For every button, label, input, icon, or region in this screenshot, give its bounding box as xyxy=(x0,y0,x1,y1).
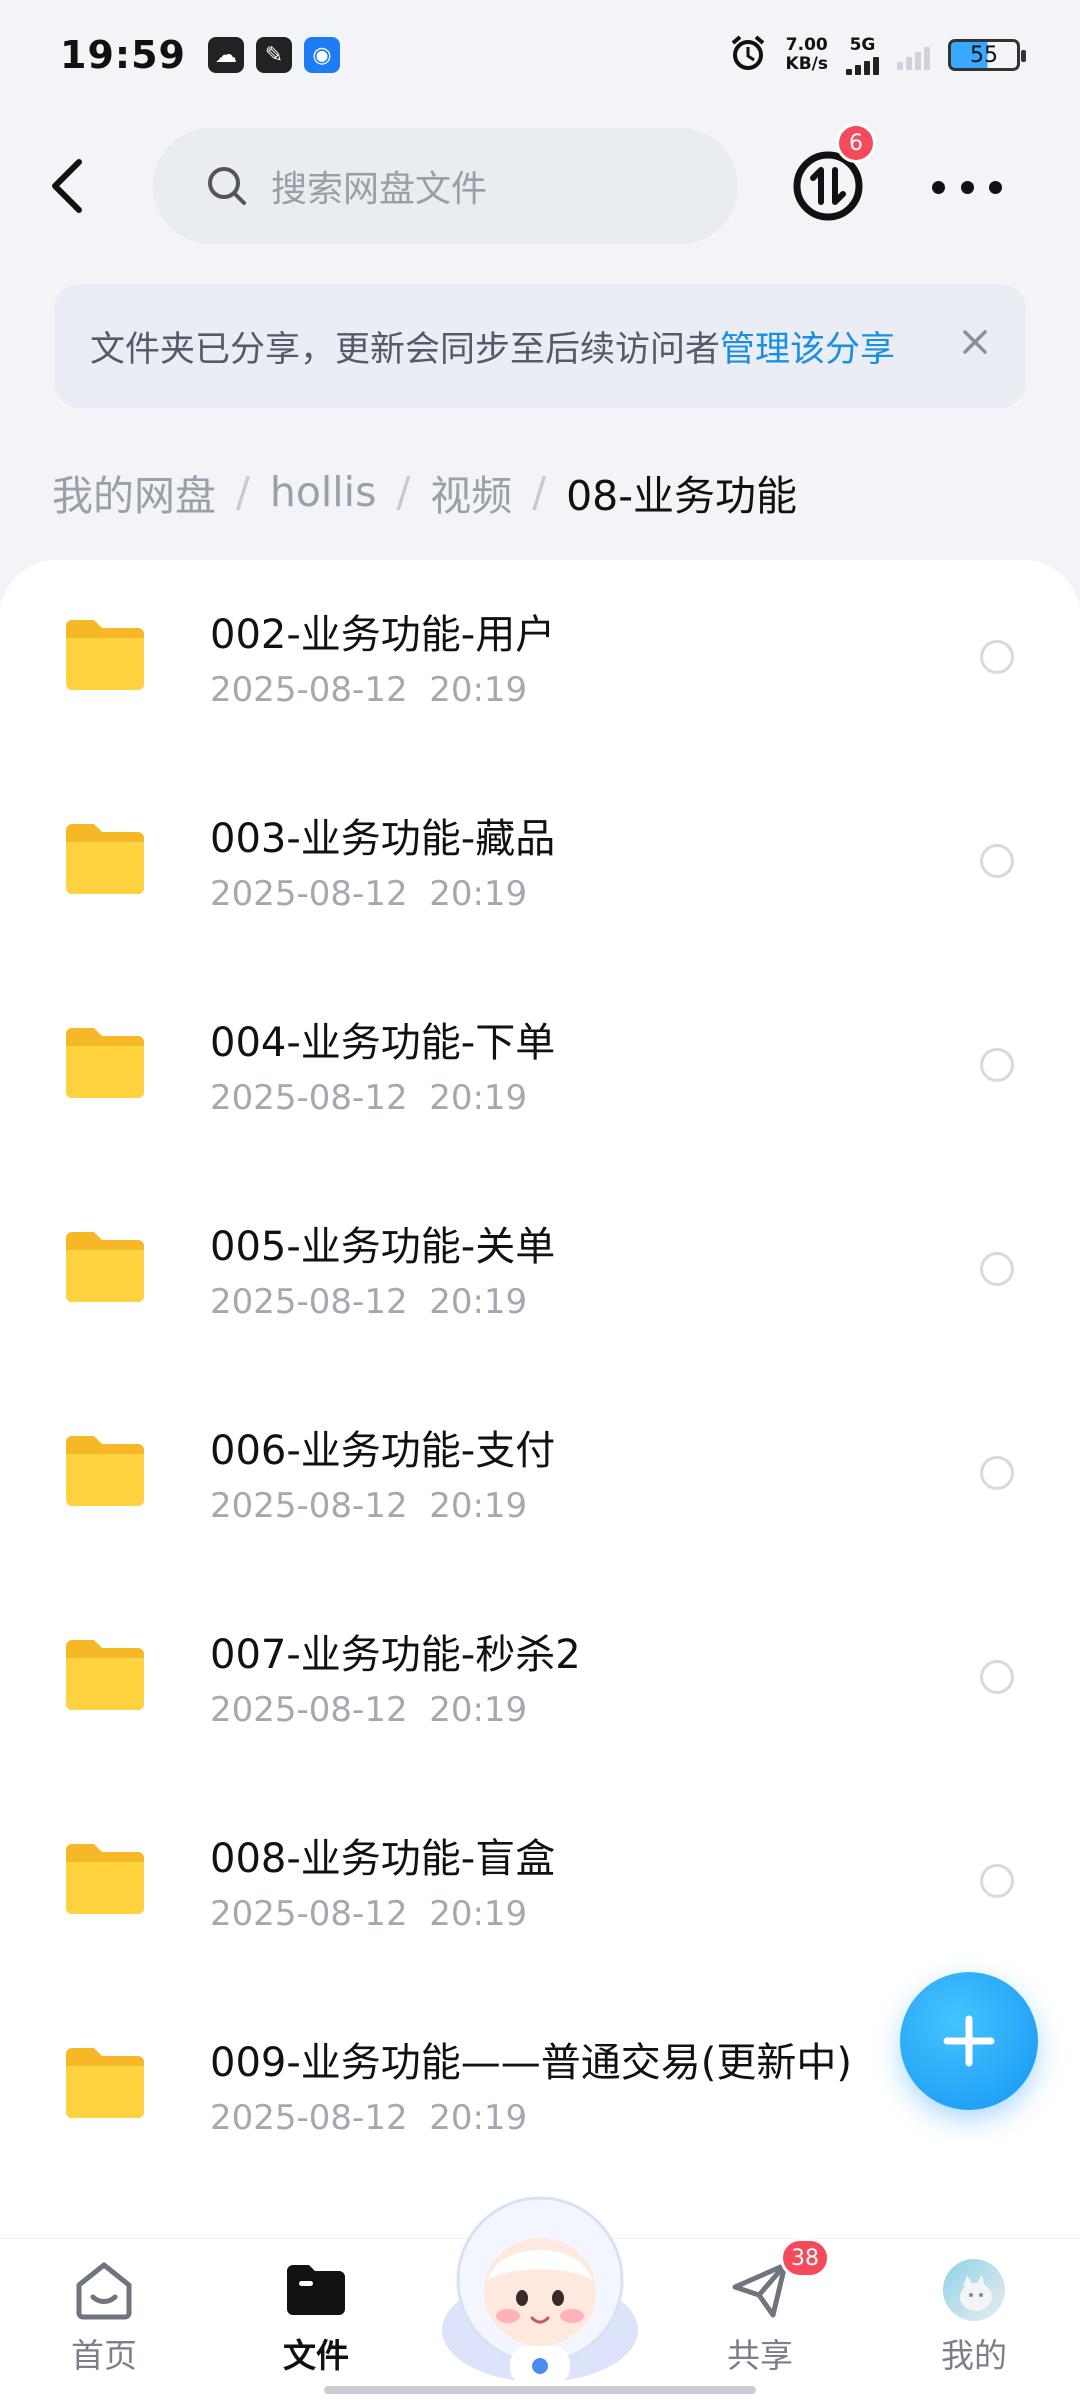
share-notice-message: 文件夹已分享，更新会同步至后续访问者 xyxy=(90,329,721,370)
breadcrumb-separator: / xyxy=(236,468,250,516)
hotspot-icon: ◉ xyxy=(303,37,340,73)
file-row[interactable]: 002-业务功能-用户 2025-08-12 20:19 xyxy=(0,560,1080,764)
close-icon xyxy=(963,330,987,354)
folder-icon xyxy=(66,1844,144,1914)
file-date: 2025-08-12 20:19 xyxy=(210,670,528,710)
close-notice-button[interactable] xyxy=(960,326,990,366)
folder-icon xyxy=(66,1436,144,1506)
file-date: 2025-08-12 20:19 xyxy=(210,1282,528,1322)
battery-icon: 55 xyxy=(948,39,1026,71)
file-name: 006-业务功能-支付 xyxy=(210,1428,556,1474)
select-checkbox[interactable] xyxy=(980,844,1014,878)
cellular-signal: 5G xyxy=(846,35,879,75)
folder-icon xyxy=(66,1028,144,1098)
file-date: 2025-08-12 20:19 xyxy=(210,874,528,914)
nav-label-mine: 我的 xyxy=(941,2336,1007,2375)
chevron-left-icon xyxy=(52,159,82,213)
share-notice: 文件夹已分享，更新会同步至后续访问者 管理该分享 xyxy=(54,284,1026,408)
folder-icon xyxy=(66,1640,144,1710)
file-name: 005-业务功能-关单 xyxy=(210,1224,556,1270)
file-date: 2025-08-12 20:19 xyxy=(210,1894,528,1934)
breadcrumb-separator: / xyxy=(532,468,547,516)
file-list: 002-业务功能-用户 2025-08-12 20:19 003-业务功能-藏品… xyxy=(0,560,1080,2240)
notification-icons: ☁ ✎ ◉ xyxy=(207,37,340,73)
breadcrumb-item-video[interactable]: 视频 xyxy=(430,462,512,522)
breadcrumb-separator: / xyxy=(396,468,411,516)
file-name: 008-业务功能-盲盒 xyxy=(210,1836,556,1882)
file-row[interactable]: 006-业务功能-支付 2025-08-12 20:19 xyxy=(0,1376,1080,1580)
folder-icon xyxy=(66,824,144,894)
file-name: 009-业务功能——普通交易(更新中) xyxy=(210,2040,852,2086)
folder-icon xyxy=(66,2048,144,2118)
net-speed-value: 7.00 xyxy=(785,35,828,55)
search-icon xyxy=(208,167,246,205)
net-speed: 7.00 KB/s xyxy=(786,36,828,74)
file-name: 002-业务功能-用户 xyxy=(210,612,556,658)
nav-label-home: 首页 xyxy=(71,2336,137,2375)
add-button[interactable] xyxy=(900,1972,1038,2110)
status-time: 19:59 xyxy=(60,33,186,77)
file-row[interactable]: 008-业务功能-盲盒 2025-08-12 20:19 xyxy=(0,1784,1080,1988)
nav-item-home[interactable]: 首页 xyxy=(44,2257,164,2377)
breadcrumb: 我的网盘 / hollis / 视频 / 08-业务功能 xyxy=(52,462,797,522)
avatar xyxy=(941,2257,1007,2323)
dot xyxy=(960,180,974,194)
file-date: 2025-08-12 20:19 xyxy=(210,2098,528,2138)
nav-item-mine[interactable]: 我的 xyxy=(914,2257,1034,2377)
file-date: 2025-08-12 20:19 xyxy=(210,1486,528,1526)
signal-bars-icon xyxy=(846,55,879,75)
plus-icon xyxy=(943,2015,995,2067)
breadcrumb-item-current: 08-业务功能 xyxy=(566,472,798,520)
signal-bars-secondary-icon xyxy=(897,40,930,70)
select-checkbox[interactable] xyxy=(980,1048,1014,1082)
select-checkbox[interactable] xyxy=(980,1660,1014,1694)
file-date: 2025-08-12 20:19 xyxy=(210,1690,528,1730)
select-checkbox[interactable] xyxy=(980,1864,1014,1898)
home-icon xyxy=(71,2257,137,2323)
search-placeholder: 搜索网盘文件 xyxy=(271,169,488,210)
file-row[interactable]: 007-业务功能-秒杀2 2025-08-12 20:19 xyxy=(0,1580,1080,1784)
network-type: 5G xyxy=(849,35,876,55)
app-notification-icon: ✎ xyxy=(255,37,292,73)
breadcrumb-item-root[interactable]: 我的网盘 xyxy=(52,462,216,522)
breadcrumb-item-hollis[interactable]: hollis xyxy=(270,468,377,516)
battery-level: 55 xyxy=(970,42,998,68)
alarm-icon xyxy=(728,33,768,77)
folder-icon xyxy=(66,1232,144,1302)
file-date: 2025-08-12 20:19 xyxy=(210,1078,528,1118)
file-name: 007-业务功能-秒杀2 xyxy=(210,1632,581,1678)
assistant-mascot-button[interactable] xyxy=(430,2180,650,2390)
nav-label-files: 文件 xyxy=(283,2336,349,2375)
dot xyxy=(989,180,1002,194)
file-row[interactable]: 004-业务功能-下单 2025-08-12 20:19 xyxy=(0,968,1080,1172)
cloud-app-icon: ☁ xyxy=(207,37,244,73)
home-indicator xyxy=(324,2386,756,2394)
net-speed-unit: KB/s xyxy=(785,54,828,74)
folder-icon xyxy=(66,620,144,690)
file-name: 003-业务功能-藏品 xyxy=(210,816,556,862)
nav-item-files[interactable]: 文件 xyxy=(256,2257,376,2377)
select-checkbox[interactable] xyxy=(980,1252,1014,1286)
nav-label-share: 共享 xyxy=(727,2336,793,2375)
more-options-button[interactable] xyxy=(932,162,1002,212)
select-checkbox[interactable] xyxy=(980,1456,1014,1490)
select-checkbox[interactable] xyxy=(980,640,1014,674)
status-bar: 19:59 ☁ ✎ ◉ 7.00 KB/s 5G 55 xyxy=(0,0,1080,110)
file-row[interactable]: 003-业务功能-藏品 2025-08-12 20:19 xyxy=(0,764,1080,968)
transfer-badge: 6 xyxy=(836,123,876,163)
top-bar: 搜索网盘文件 xyxy=(0,128,1080,244)
share-badge: 38 xyxy=(780,2238,830,2278)
dot xyxy=(932,180,945,194)
search-input[interactable]: 搜索网盘文件 xyxy=(153,128,738,244)
manage-share-link[interactable]: 管理该分享 xyxy=(720,321,895,372)
folder-nav-icon xyxy=(283,2257,349,2323)
back-button[interactable] xyxy=(42,156,92,216)
file-name: 004-业务功能-下单 xyxy=(210,1020,556,1066)
mascot-icon xyxy=(442,2196,638,2386)
file-row[interactable]: 005-业务功能-关单 2025-08-12 20:19 xyxy=(0,1172,1080,1376)
